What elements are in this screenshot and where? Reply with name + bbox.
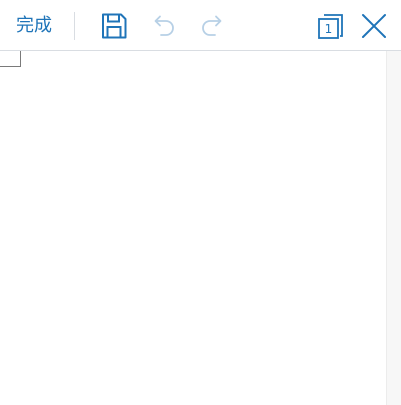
- save-icon: [102, 13, 127, 39]
- redo-button[interactable]: [197, 11, 227, 41]
- page-corner-marker: [0, 51, 21, 67]
- toolbar-divider: [74, 12, 75, 40]
- editor-window: 完成 1: [0, 0, 401, 405]
- page-count-label: 1: [325, 22, 333, 36]
- save-button[interactable]: [99, 11, 129, 41]
- redo-icon: [202, 15, 222, 36]
- undo-button[interactable]: [149, 11, 179, 41]
- vertical-scrollbar[interactable]: [386, 51, 401, 405]
- undo-icon: [154, 15, 174, 36]
- done-button[interactable]: 完成: [16, 14, 52, 38]
- toolbar: 完成 1: [0, 0, 401, 51]
- drawing-canvas[interactable]: [0, 51, 386, 405]
- page-count-button[interactable]: 1: [315, 11, 345, 41]
- page-icon: 1: [318, 14, 343, 39]
- close-button[interactable]: [359, 11, 389, 41]
- close-icon: [362, 14, 386, 38]
